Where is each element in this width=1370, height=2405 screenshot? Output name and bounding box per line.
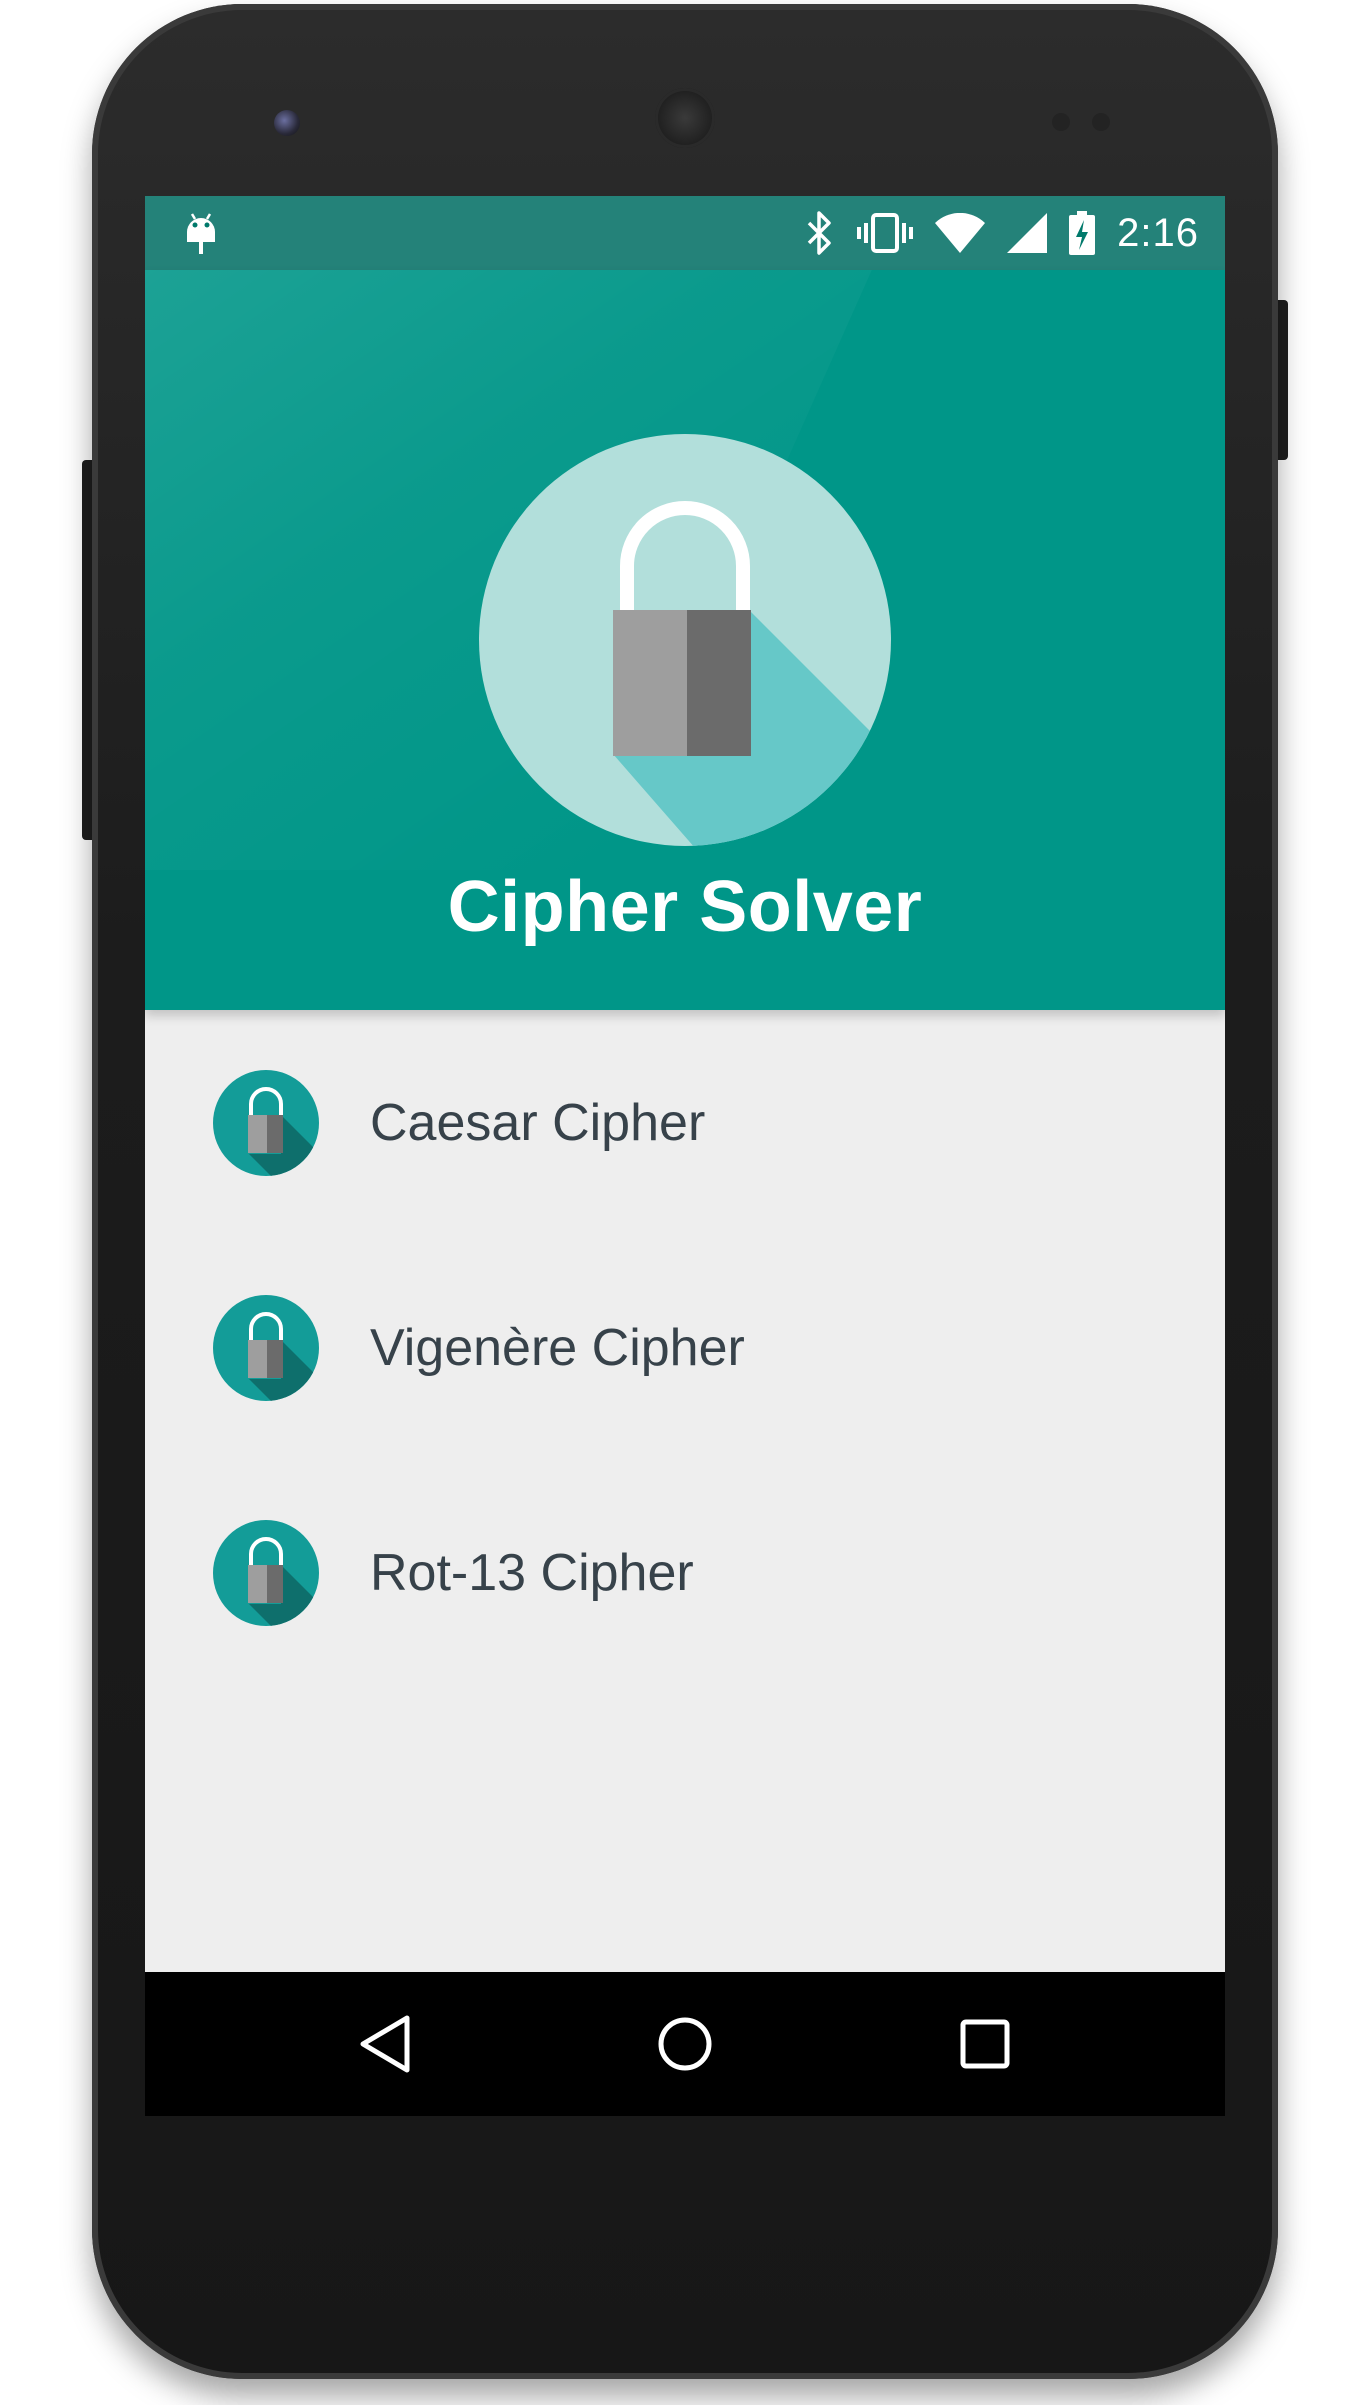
padlock-icon [213, 1294, 319, 1401]
proximity-sensor [1052, 113, 1070, 131]
list-item-label: Caesar Cipher [370, 1093, 706, 1152]
app-screen: 2:16 Cipher Solver Caesar Cipher Vigenèr… [145, 196, 1225, 2116]
vibrate-icon [857, 213, 914, 253]
home-button[interactable] [653, 2012, 717, 2076]
back-icon [360, 2015, 410, 2073]
cipher-list: Caesar Cipher Vigenère Cipher Rot-13 Cip… [145, 1010, 1225, 1685]
list-item-label: Rot-13 Cipher [370, 1543, 694, 1602]
list-item-rot13-cipher[interactable]: Rot-13 Cipher [145, 1460, 1225, 1685]
padlock-icon [213, 1519, 319, 1626]
list-item-caesar-cipher[interactable]: Caesar Cipher [145, 1010, 1225, 1235]
recents-button[interactable] [953, 2012, 1017, 2076]
power-button [1278, 300, 1288, 460]
front-camera [274, 110, 300, 136]
app-title: Cipher Solver [447, 867, 923, 947]
status-bar: 2:16 [145, 196, 1225, 270]
light-sensor [1092, 113, 1110, 131]
padlock-icon [213, 1069, 319, 1176]
list-item-label: Vigenère Cipher [370, 1318, 745, 1377]
padlock-icon [479, 434, 891, 846]
back-button[interactable] [353, 2012, 417, 2076]
cell-signal-icon [1007, 213, 1048, 253]
android-debug-icon [187, 213, 215, 254]
recents-icon [960, 2019, 1010, 2069]
battery-charging-icon [1069, 211, 1096, 255]
earpiece-speaker [655, 88, 715, 148]
status-icons: 2:16 [805, 196, 1199, 270]
app-header: Cipher Solver [145, 270, 1225, 1010]
bluetooth-icon [807, 211, 831, 255]
list-item-vigenere-cipher[interactable]: Vigenère Cipher [145, 1235, 1225, 1460]
status-time: 2:16 [1117, 210, 1199, 255]
navigation-bar [145, 1972, 1225, 2116]
home-icon [658, 2017, 712, 2071]
wifi-icon [935, 213, 986, 253]
